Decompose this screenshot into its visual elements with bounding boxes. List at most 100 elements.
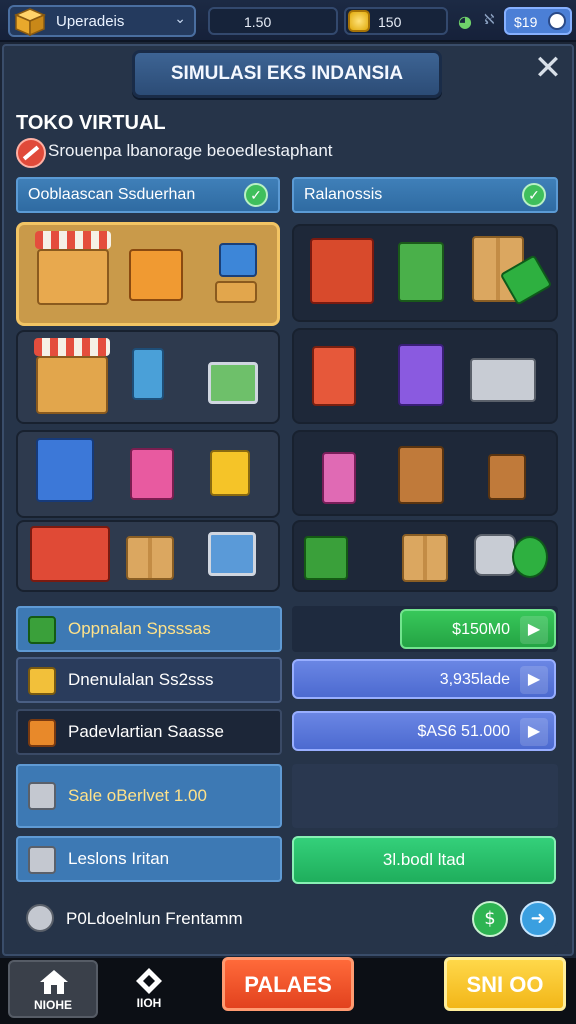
item-cell-money[interactable] xyxy=(292,520,558,592)
cash-bundle-icon xyxy=(215,281,257,303)
home-icon xyxy=(40,970,68,994)
row-decorations[interactable]: Padevlartian Saasse xyxy=(16,709,282,755)
dollar-button-icon[interactable]: $ xyxy=(472,901,508,937)
resource-a-value: 1.50 xyxy=(244,14,272,30)
panel-title: SIMULASI EKS INDANSIA xyxy=(132,50,442,98)
row-label: Dnenulalan Ss2sss xyxy=(68,670,214,689)
market-stall-icon xyxy=(35,231,111,249)
purple-bin-icon xyxy=(398,344,444,406)
box-icon xyxy=(14,7,46,37)
row-sale-offer[interactable]: Sale oBerlvet 1.00 xyxy=(16,764,282,828)
row-label: Leslons Iritan xyxy=(68,849,170,868)
tab-right-section[interactable]: Ralanossis ✓ xyxy=(292,177,558,213)
snioo-button[interactable]: SNI OO xyxy=(444,957,566,1011)
prohibited-icon xyxy=(16,138,46,168)
network-label: ℵ xyxy=(484,12,495,28)
claim-label: 3l.bodl ltad xyxy=(382,850,466,869)
price-label: $AS6 51.000 xyxy=(417,723,510,740)
item-cell-shop[interactable] xyxy=(16,330,280,424)
shield-icon xyxy=(136,968,162,994)
buy-button-2[interactable]: 3,935lade ▶ xyxy=(292,659,556,699)
green-box-icon xyxy=(304,536,348,580)
play-arrow-icon: ▶ xyxy=(520,718,548,746)
row-label: Padevlartian Saasse xyxy=(68,722,224,741)
fridge-icon xyxy=(132,348,164,400)
play-arrow-icon: ▶ xyxy=(520,666,548,694)
helmet-icon xyxy=(26,904,54,932)
shop-stall-icon xyxy=(34,338,110,356)
pink-bag-icon xyxy=(322,452,356,504)
claim-button[interactable]: 3l.bodl ltad xyxy=(292,836,556,884)
signal-icon: ◕ xyxy=(458,12,472,31)
cardboard-box-icon xyxy=(402,534,448,582)
row-label: Oppnalan Spsssas xyxy=(68,619,211,638)
top-status-bar: Uperadeis ⌄ 1.50 150 ◕ ℵ $19 xyxy=(0,0,576,42)
grey-cube-icon xyxy=(28,846,56,874)
row-operation-spaces[interactable]: Oppnalan Spsssas xyxy=(16,606,282,652)
nav-home-button[interactable]: NIOHE xyxy=(8,960,98,1018)
row-supplies[interactable]: Dnenulalan Ss2sss xyxy=(16,657,282,703)
nav-home-label: NIOHE xyxy=(33,998,72,1012)
item-cell-trolley[interactable] xyxy=(292,224,558,322)
stall-shelf xyxy=(37,249,109,305)
item-cell-crates[interactable] xyxy=(16,520,280,592)
resource-b-value: 150 xyxy=(378,14,402,30)
clock-icon xyxy=(548,12,566,30)
yellow-bucket-icon xyxy=(210,450,250,496)
play-arrow-icon: ▶ xyxy=(520,616,548,644)
chevron-down-icon: ⌄ xyxy=(174,11,186,27)
pink-bin-icon xyxy=(130,448,174,500)
cargo-cart-icon xyxy=(310,238,374,304)
dropdown-label: Uperadeis xyxy=(56,13,125,30)
small-plant-icon xyxy=(488,454,526,500)
right-section-label: Ralanossis xyxy=(304,186,383,203)
shop-subtitle: Srouenpa lbanorage beoedlestaphant xyxy=(48,141,333,160)
checkmark-icon: ✓ xyxy=(244,183,268,207)
price-label: $150M0 xyxy=(452,621,510,638)
close-icon[interactable]: ✕ xyxy=(530,50,566,86)
store-dropdown[interactable]: Uperadeis ⌄ xyxy=(8,5,196,37)
booth-icon xyxy=(312,346,356,406)
cardboard-box-icon xyxy=(126,536,174,580)
arrow-right-icon[interactable]: ➜ xyxy=(520,901,556,937)
lantern-icon xyxy=(28,719,56,747)
dollar-icon xyxy=(512,536,548,578)
money-value: $19 xyxy=(514,14,538,30)
item-cell-kiosk[interactable] xyxy=(292,328,558,424)
row-label: Sale oBerlvet 1.00 xyxy=(68,786,207,805)
row-label: P0Ldoelnlun Frentamm xyxy=(66,909,243,928)
green-cube-icon xyxy=(28,616,56,644)
item-cell-vending[interactable] xyxy=(16,430,280,518)
nav-second-label: IIOH xyxy=(136,996,162,1010)
price-label: 3,935lade xyxy=(439,671,510,688)
vending-machine-icon xyxy=(36,438,94,502)
produce-crate-icon xyxy=(30,526,110,582)
grey-cube-icon xyxy=(28,782,56,810)
resource-counter-a: 1.50 xyxy=(208,7,338,35)
shop-shelf xyxy=(36,356,108,414)
item-cell-plants[interactable] xyxy=(292,430,558,516)
palaes-button[interactable]: PALAES xyxy=(222,957,354,1011)
register-icon xyxy=(129,249,183,301)
potted-plant-icon xyxy=(398,446,444,504)
bathtub-icon xyxy=(470,358,536,402)
money-counter[interactable]: $19 xyxy=(504,7,572,35)
tab-left-section[interactable]: Ooblaascan Ssduerhan ✓ xyxy=(16,177,280,213)
buy-button-3[interactable]: $AS6 51.000 ▶ xyxy=(292,711,556,751)
green-kiosk-icon xyxy=(398,242,444,302)
checkmark-icon: ✓ xyxy=(522,183,546,207)
shop-title: TOKO VIRTUAL xyxy=(16,112,166,134)
card-terminal-icon xyxy=(219,243,257,277)
item-cell-market-stall[interactable] xyxy=(16,222,280,326)
buy-button-1[interactable]: $150M0 ▶ xyxy=(400,609,556,649)
gold-coin-icon xyxy=(348,10,370,32)
nav-second-button[interactable]: IIOH xyxy=(116,962,182,1016)
row-right-panel xyxy=(292,764,558,828)
left-section-label: Ooblaascan Ssduerhan xyxy=(28,186,196,203)
shopping-cart-icon xyxy=(208,362,258,404)
row-lessons[interactable]: Leslons Iritan xyxy=(16,836,282,882)
shopping-cart-icon xyxy=(208,532,256,576)
resource-counter-b: 150 xyxy=(344,7,448,35)
gold-cube-icon xyxy=(28,667,56,695)
pot-icon xyxy=(474,534,516,576)
